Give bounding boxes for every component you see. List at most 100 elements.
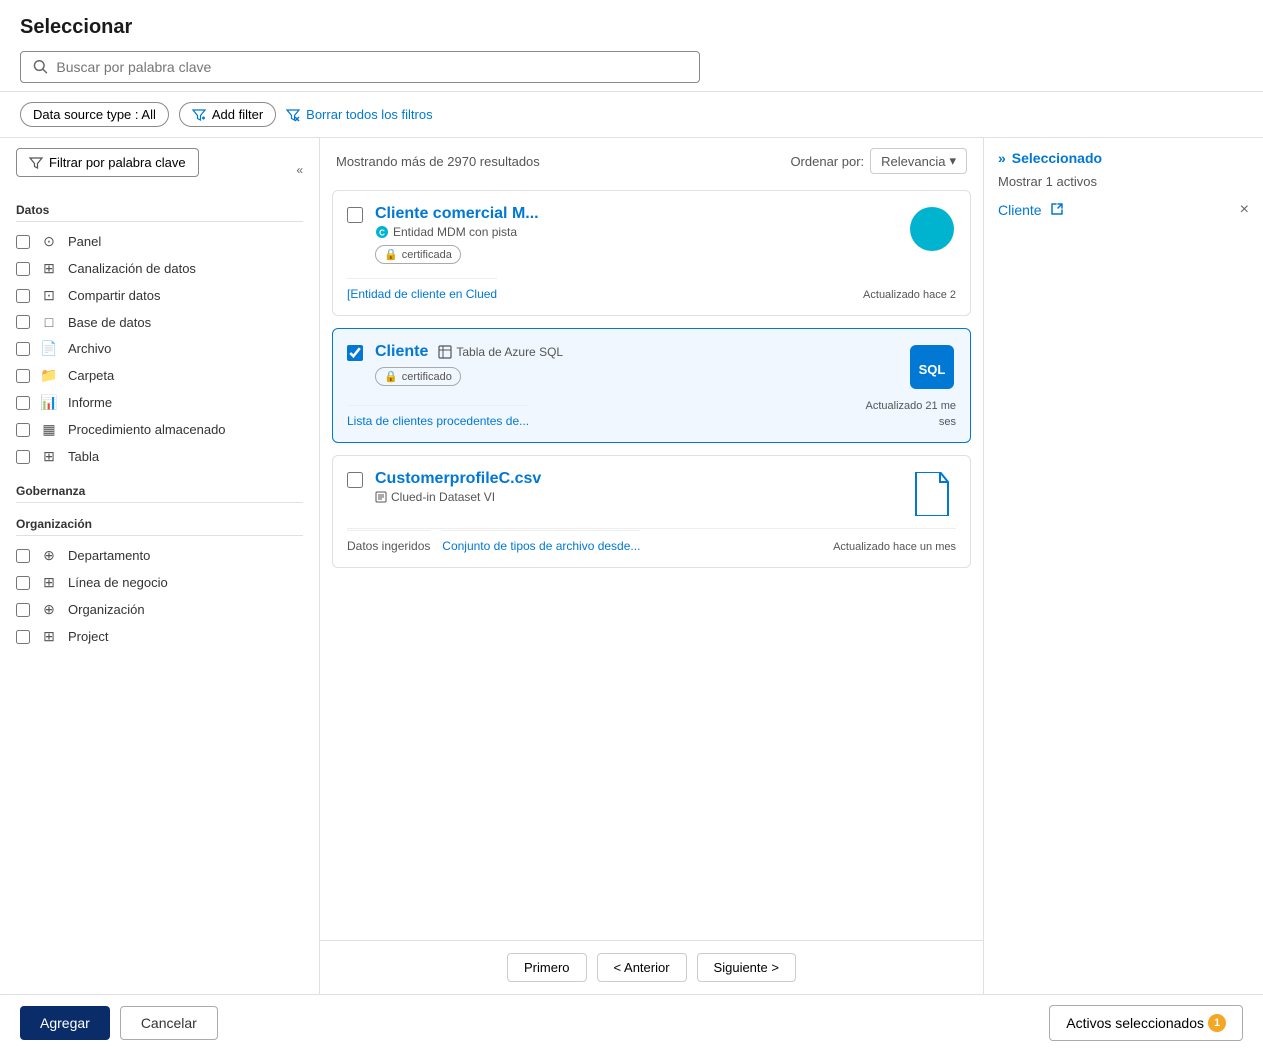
checkbox-panel[interactable] bbox=[16, 235, 30, 249]
section-organizacion: Organización bbox=[16, 517, 303, 536]
sidebar-item-canalizacion[interactable]: ⊞ Canalización de datos bbox=[16, 255, 303, 282]
chevron-down-icon: ▾ bbox=[949, 153, 956, 169]
checkbox-archivo[interactable] bbox=[16, 342, 30, 356]
card-2-title[interactable]: Cliente bbox=[375, 343, 428, 361]
checkbox-tabla[interactable] bbox=[16, 450, 30, 464]
card-1-description: [Entidad de cliente en Clued bbox=[347, 278, 497, 301]
sql-logo: SQL bbox=[910, 345, 954, 389]
sort-select[interactable]: Relevancia ▾ bbox=[870, 148, 967, 174]
cancel-button[interactable]: Cancelar bbox=[120, 1006, 218, 1040]
card-1-meta: Actualizado hace 2 bbox=[863, 289, 956, 301]
checkbox-organizacion[interactable] bbox=[16, 603, 30, 617]
first-page-button[interactable]: Primero bbox=[507, 953, 587, 982]
cards-container: Cliente comercial M... C Entidad MDM con… bbox=[320, 184, 983, 940]
add-button[interactable]: Agregar bbox=[20, 1006, 110, 1040]
checkbox-compartir[interactable] bbox=[16, 289, 30, 303]
card-2-table-tag: Tabla de Azure SQL bbox=[438, 345, 563, 359]
sort-value: Relevancia bbox=[881, 154, 945, 169]
card-3-subtitle: Clued-in Dataset VI bbox=[375, 490, 541, 504]
pagination: Primero < Anterior Siguiente > bbox=[320, 940, 983, 994]
sidebar-item-label: Departamento bbox=[68, 548, 150, 563]
bottom-bar: Agregar Cancelar Activos seleccionados 1 bbox=[0, 994, 1263, 1051]
right-panel: » Seleccionado Mostrar 1 activos Cliente… bbox=[983, 138, 1263, 994]
sidebar-item-linea[interactable]: ⊞ Línea de negocio bbox=[16, 569, 303, 596]
selected-item-label: Cliente bbox=[998, 202, 1042, 218]
checkbox-project[interactable] bbox=[16, 630, 30, 644]
project-icon: ⊞ bbox=[40, 628, 58, 645]
keyword-filter-button[interactable]: Filtrar por palabra clave bbox=[16, 148, 199, 177]
result-card-3: CustomerprofileC.csv Clued-in Dataset VI bbox=[332, 455, 971, 568]
sidebar-item-informe[interactable]: 📊 Informe bbox=[16, 389, 303, 416]
external-link-icon[interactable] bbox=[1050, 202, 1064, 219]
sidebar-collapse-button[interactable]: « bbox=[296, 163, 303, 177]
search-icon bbox=[33, 59, 48, 75]
sidebar-item-label: Canalización de datos bbox=[68, 261, 196, 276]
tabla-icon: ⊞ bbox=[40, 448, 58, 465]
chevron-right-icon: » bbox=[998, 150, 1006, 166]
add-filter-button[interactable]: Add filter bbox=[179, 102, 276, 127]
card-1-subtitle: C Entidad MDM con pista bbox=[375, 225, 539, 239]
sidebar-item-compartir[interactable]: ⊡ Compartir datos bbox=[16, 282, 303, 309]
checkbox-departamento[interactable] bbox=[16, 549, 30, 563]
linea-icon: ⊞ bbox=[40, 574, 58, 591]
sidebar-item-panel[interactable]: ⊙ Panel bbox=[16, 228, 303, 255]
search-input[interactable] bbox=[56, 59, 687, 75]
checkbox-informe[interactable] bbox=[16, 396, 30, 410]
svg-text:SQL: SQL bbox=[919, 362, 946, 377]
canalizacion-icon: ⊞ bbox=[40, 260, 58, 277]
card-3-description: Conjunto de tipos de archivo desde... bbox=[442, 530, 640, 553]
sidebar-item-basedatos[interactable]: □ Base de datos bbox=[16, 309, 303, 335]
next-page-button[interactable]: Siguiente > bbox=[697, 953, 796, 982]
informe-icon: 📊 bbox=[40, 394, 58, 411]
sort-label: Ordenar por: bbox=[790, 154, 864, 169]
filter-bar: Data source type : All Add filter Borrar… bbox=[0, 92, 1263, 138]
sidebar-item-carpeta[interactable]: 📁 Carpeta bbox=[16, 362, 303, 389]
sidebar-item-procedimiento[interactable]: ▦ Procedimiento almacenado bbox=[16, 416, 303, 443]
section-datos: Datos bbox=[16, 203, 303, 222]
datasource-type-filter[interactable]: Data source type : All bbox=[20, 102, 169, 127]
checkbox-carpeta[interactable] bbox=[16, 369, 30, 383]
sidebar-item-archivo[interactable]: 📄 Archivo bbox=[16, 335, 303, 362]
badge-label: certificado bbox=[402, 371, 452, 383]
remove-selected-button[interactable]: × bbox=[1240, 201, 1249, 219]
sidebar-item-organizacion[interactable]: ⊕ Organización bbox=[16, 596, 303, 623]
clear-filters-button[interactable]: Borrar todos los filtros bbox=[286, 107, 432, 122]
badge-icon: 🔒 bbox=[384, 370, 398, 383]
card-3-checkbox[interactable] bbox=[347, 472, 363, 488]
card-2-badge: 🔒 certificado bbox=[375, 367, 461, 386]
sidebar-item-label: Tabla bbox=[68, 449, 99, 464]
right-panel-header: » Seleccionado bbox=[998, 150, 1249, 166]
prev-page-button[interactable]: < Anterior bbox=[597, 953, 687, 982]
panel-icon: ⊙ bbox=[40, 233, 58, 250]
sidebar-item-tabla[interactable]: ⊞ Tabla bbox=[16, 443, 303, 470]
sidebar-item-departamento[interactable]: ⊕ Departamento bbox=[16, 542, 303, 569]
card-2-checkbox[interactable] bbox=[347, 345, 363, 361]
results-header: Mostrando más de 2970 resultados Ordenar… bbox=[320, 138, 983, 184]
checkbox-canalizacion[interactable] bbox=[16, 262, 30, 276]
checkbox-basedatos[interactable] bbox=[16, 315, 30, 329]
card-2-description: Lista de clientes procedentes de... bbox=[347, 405, 529, 428]
activos-seleccionados-button[interactable]: Activos seleccionados 1 bbox=[1049, 1005, 1243, 1041]
sidebar-item-label: Project bbox=[68, 629, 108, 644]
active-count: Mostrar 1 activos bbox=[998, 174, 1249, 189]
page-title: Seleccionar bbox=[20, 16, 1243, 39]
add-filter-label: Add filter bbox=[212, 107, 263, 122]
sidebar-item-label: Informe bbox=[68, 395, 112, 410]
card-2-meta: Actualizado 21 me bbox=[866, 400, 957, 412]
sidebar-item-label: Panel bbox=[68, 234, 101, 249]
activos-label: Activos seleccionados bbox=[1066, 1015, 1204, 1031]
card-1-title[interactable]: Cliente comercial M... bbox=[375, 205, 539, 223]
sidebar-item-label: Carpeta bbox=[68, 368, 114, 383]
sidebar-item-project[interactable]: ⊞ Project bbox=[16, 623, 303, 650]
card-1-badge: 🔒 certificada bbox=[375, 245, 461, 264]
card-3-title[interactable]: CustomerprofileC.csv bbox=[375, 470, 541, 488]
compartir-icon: ⊡ bbox=[40, 287, 58, 304]
sidebar-item-label: Línea de negocio bbox=[68, 575, 168, 590]
checkbox-procedimiento[interactable] bbox=[16, 423, 30, 437]
checkbox-linea[interactable] bbox=[16, 576, 30, 590]
sidebar-item-label: Archivo bbox=[68, 341, 111, 356]
table-tag-label: Tabla de Azure SQL bbox=[456, 345, 563, 359]
sidebar-item-label: Compartir datos bbox=[68, 288, 160, 303]
card-1-checkbox[interactable] bbox=[347, 207, 363, 223]
search-bar bbox=[20, 51, 700, 83]
